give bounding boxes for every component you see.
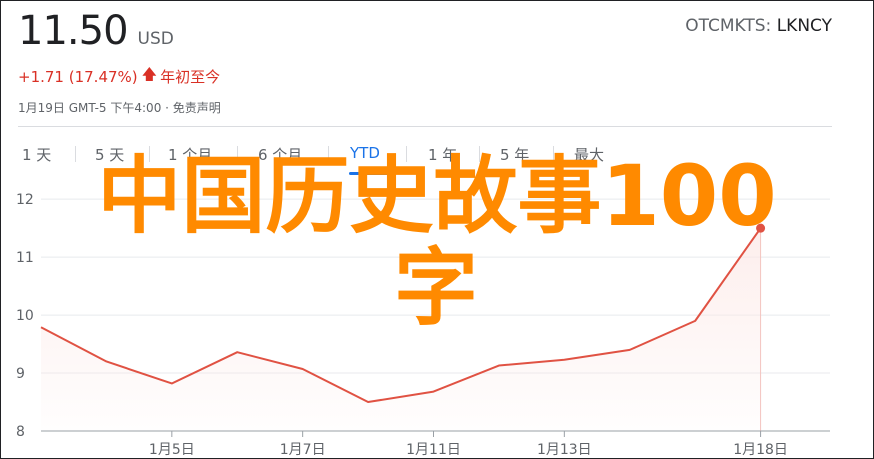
end-point-dot [756,223,766,233]
x-tick-label: 1月5日 [149,442,195,458]
y-tick-label: 11 [16,250,34,266]
y-tick-label: 8 [16,424,25,440]
x-tick-label: 1月7日 [280,442,326,458]
x-tick-label: 1月11日 [406,442,461,458]
y-tick-label: 12 [16,192,34,208]
y-tick-label: 9 [16,366,25,382]
y-tick-label: 10 [16,308,34,324]
price-area-fill [41,228,761,431]
x-tick-label: 1月13日 [537,442,592,458]
price-chart[interactable]: 8 9 10 11 12 1月5日 1月7日 1月11日 1月13日 1月18日 [0,0,874,459]
x-tick-label: 1月18日 [733,442,788,458]
